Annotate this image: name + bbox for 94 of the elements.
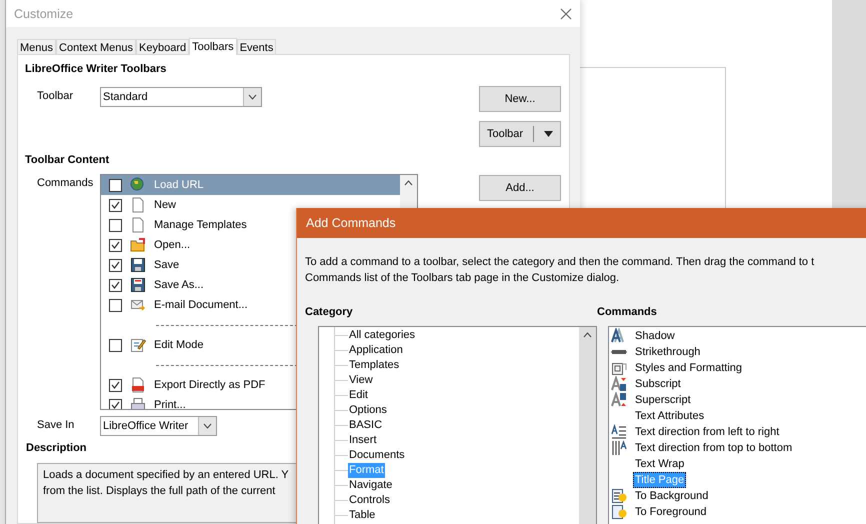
- command-label: E-mail Document...: [154, 299, 248, 311]
- document-icon: [130, 217, 146, 233]
- tree-item[interactable]: All categories: [348, 328, 416, 343]
- new-button[interactable]: New...: [479, 86, 561, 112]
- checkbox[interactable]: [109, 238, 122, 252]
- check-icon: [111, 201, 120, 209]
- tree-item[interactable]: Edit: [348, 388, 369, 403]
- arrange-icon: [611, 504, 627, 520]
- globe-icon: [130, 177, 146, 193]
- shadow-letter-icon: [611, 328, 627, 344]
- toolbar-menu-button[interactable]: Toolbar: [479, 121, 561, 147]
- command-item[interactable]: Shadow: [633, 328, 677, 344]
- check-icon: [111, 281, 120, 289]
- checkbox[interactable]: [109, 398, 122, 409]
- styles-icon: [611, 360, 627, 376]
- command-item[interactable]: Strikethrough: [633, 344, 702, 360]
- command-item[interactable]: To Foreground: [633, 504, 709, 520]
- command-item[interactable]: Text Attributes: [633, 408, 706, 424]
- command-label: Manage Templates: [154, 219, 247, 231]
- tree-item[interactable]: Navigate: [348, 478, 394, 493]
- checkbox[interactable]: [109, 178, 122, 192]
- command-item[interactable]: Subscript: [633, 376, 683, 392]
- arrange-icon: [611, 488, 627, 504]
- check-icon: [111, 241, 120, 249]
- window-title: Customize: [14, 6, 74, 20]
- folder-icon: [130, 237, 146, 253]
- command-item[interactable]: Text Wrap: [633, 456, 686, 472]
- command-label: Export Directly as PDF: [154, 379, 266, 391]
- checkbox[interactable]: [109, 218, 122, 232]
- chevron-down-icon: [203, 423, 212, 429]
- add-button[interactable]: Add...: [479, 175, 561, 201]
- tree-item[interactable]: Documents: [348, 448, 406, 463]
- tree-item[interactable]: Controls: [348, 493, 391, 508]
- command-label: Save: [154, 259, 180, 271]
- tree-item[interactable]: View: [348, 373, 374, 388]
- tab[interactable]: Keyboard: [136, 39, 190, 54]
- text-direction-icon: [611, 424, 627, 440]
- command-row[interactable]: New: [101, 195, 417, 215]
- text-direction-icon: [611, 440, 627, 456]
- section-heading: Toolbar Content: [25, 154, 110, 168]
- tab[interactable]: Toolbars: [189, 38, 237, 55]
- command-label: Print...: [154, 399, 186, 409]
- document-icon: [130, 197, 146, 213]
- command-label: Open...: [154, 239, 190, 251]
- tab[interactable]: Menus: [17, 39, 56, 54]
- command-label: Edit Mode: [154, 339, 204, 351]
- scroll-up-icon: [404, 180, 413, 186]
- scroll-up-icon: [583, 332, 592, 338]
- caret-down-icon: [544, 131, 554, 137]
- tree-item[interactable]: Options: [348, 403, 388, 418]
- save-in-dropdown[interactable]: LibreOffice Writer: [100, 416, 217, 436]
- tree-item[interactable]: Application: [348, 343, 404, 358]
- check-icon: [111, 381, 120, 389]
- checkbox[interactable]: [109, 278, 122, 292]
- checkbox[interactable]: [109, 338, 122, 352]
- window-title: Add Commands: [306, 216, 396, 230]
- section-heading: Commands: [597, 306, 658, 320]
- check-icon: [111, 401, 120, 409]
- close-icon: [560, 8, 572, 20]
- command-item[interactable]: To Background: [633, 488, 710, 504]
- command-item[interactable]: Superscript: [633, 392, 693, 408]
- checkbox[interactable]: [109, 198, 122, 212]
- scrollbar[interactable]: [579, 327, 596, 524]
- envelope-icon: [130, 297, 146, 313]
- section-heading: LibreOffice Writer Toolbars: [25, 63, 168, 77]
- tree-item[interactable]: Insert: [348, 433, 378, 448]
- section-heading: Category: [305, 306, 354, 320]
- command-item[interactable]: Text direction from top to bottom: [633, 440, 794, 456]
- checkbox[interactable]: [109, 298, 122, 312]
- superscript-icon: [611, 392, 627, 408]
- command-item[interactable]: Text direction from left to right: [633, 424, 782, 440]
- field-label: Toolbar: [36, 89, 74, 102]
- check-icon: [111, 261, 120, 269]
- tree-item[interactable]: Templates: [348, 358, 400, 373]
- command-row[interactable]: Open...: [101, 235, 417, 255]
- command-label: Save As...: [154, 279, 204, 291]
- toolbar-dropdown[interactable]: Standard: [100, 87, 262, 107]
- tab[interactable]: Context Menus: [56, 39, 136, 54]
- section-heading: Description: [25, 442, 87, 456]
- instructions-text: To add a command to a toolbar, select the category and then the command. Then drag the command to t Commands list of the Toolbars tab page in the Customize dialog.: [305, 255, 816, 286]
- subscript-icon: [611, 376, 627, 392]
- checkbox[interactable]: [109, 258, 122, 272]
- field-label: Save In: [36, 418, 76, 431]
- pencil-document-icon: [130, 337, 146, 353]
- tree-item[interactable]: BASIC: [348, 418, 384, 433]
- chevron-down-icon: [248, 94, 257, 100]
- pdf-document-icon: [130, 377, 146, 393]
- field-label: Commands: [36, 176, 94, 189]
- command-item[interactable]: Styles and Formatting: [633, 360, 744, 376]
- command-label: Load URL: [154, 179, 204, 191]
- command-label: New: [154, 199, 176, 211]
- checkbox[interactable]: [109, 378, 122, 392]
- tree-item[interactable]: Table: [348, 508, 376, 523]
- tab[interactable]: Events: [236, 39, 276, 54]
